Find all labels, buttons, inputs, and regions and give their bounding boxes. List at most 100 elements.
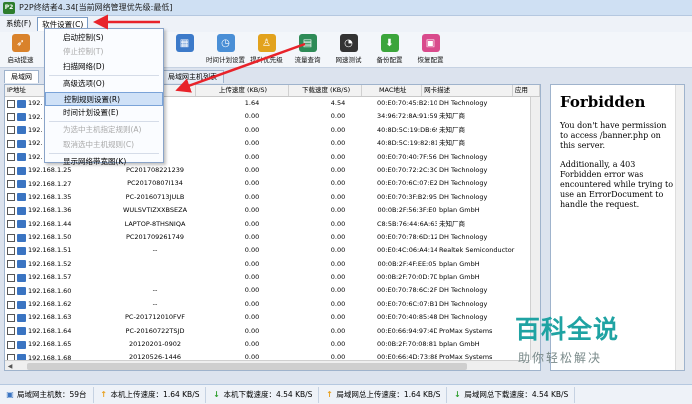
download-cell: 0.00 [330, 139, 346, 148]
toolbar-button-label: 提升优先级 [250, 56, 283, 64]
row-checkbox[interactable] [7, 113, 15, 122]
ip-text: 192.168.1.52 [28, 259, 72, 268]
toolbar-button-10[interactable]: ▣ 恢复配置 [410, 32, 451, 66]
download-cell: 4.54 [330, 99, 346, 107]
toolbar-button-7[interactable]: ▤ 流量查询 [287, 32, 328, 66]
row-checkbox[interactable] [7, 233, 15, 242]
row-checkbox[interactable] [7, 180, 15, 189]
computer-icon [17, 220, 26, 229]
row-checkbox[interactable] [7, 126, 15, 135]
row-checkbox[interactable] [7, 313, 15, 322]
row-checkbox[interactable] [7, 273, 15, 282]
dropdown-item-5[interactable]: 时间计划设置(E) [45, 106, 163, 120]
table-row[interactable]: 192.168.1.57 0.00 0.00 00:0B:2F:70:0D:7D bpl… [5, 271, 540, 284]
web-banner-pane: Forbidden You don't have permission to a… [550, 84, 685, 371]
nic-cell: DH Technology [439, 286, 488, 295]
dropdown-item-8[interactable]: 显示网络带宽图(K) [45, 155, 163, 169]
upload-cell: 0.00 [244, 152, 260, 161]
toolbar-button-4[interactable]: ▦ [164, 32, 205, 66]
table-row[interactable]: 192.168.1.50 PC201709261749 0.00 0.00 00:E0:… [5, 231, 540, 244]
scroll-left-icon[interactable]: ◀ [5, 363, 15, 370]
row-checkbox[interactable] [7, 246, 15, 255]
table-vertical-scrollbar[interactable] [530, 97, 540, 360]
row-checkbox[interactable] [7, 139, 15, 148]
toolbar-button-8[interactable]: ◔ 网速测试 [328, 32, 369, 66]
dropdown-item-4[interactable]: 控制规则设置(R) [45, 91, 163, 106]
upload-cell: 1.64 [244, 99, 260, 107]
row-checkbox[interactable] [7, 220, 15, 229]
mac-cell: 00:E0:66:94:97:4D [377, 326, 437, 335]
table-row[interactable]: 192.168.1.60 -- 0.00 0.00 00:E0:70:78:6C:2F D… [5, 284, 540, 297]
upload-cell: 0.00 [244, 286, 260, 295]
gift-icon: ▣ [421, 34, 440, 52]
table-row[interactable]: 192.168.1.52 0.00 0.00 00:0B:2F:4F:EE:05 bpl… [5, 258, 540, 271]
row-checkbox[interactable] [7, 206, 15, 215]
row-checkbox[interactable] [7, 327, 15, 336]
row-checkbox[interactable] [7, 153, 15, 162]
window-title: P2P终结者4.34[当前网络管理优先级:最低] [19, 3, 173, 12]
tab-lan-host-list[interactable]: 局域网主机列表 [161, 70, 224, 83]
table-row[interactable]: 192.168.1.62 -- 0.00 0.00 00:E0:70:6C:07:B1 D… [5, 298, 540, 311]
toolbar-button-6[interactable]: ♙ 提升优先级 [246, 32, 287, 66]
mac-cell: C8:5B:76:44:6A:63 [377, 219, 437, 228]
toolbar-button-0[interactable]: ➶ 启动提速 [0, 32, 41, 66]
mac-cell: 00:0B:2F:70:08:81 [377, 340, 437, 349]
row-checkbox[interactable] [7, 193, 15, 202]
tab-lan[interactable]: 局域网 [4, 70, 39, 83]
computer-icon [17, 193, 26, 202]
computer-icon [17, 180, 26, 189]
toolbar-button-5[interactable]: ◷ 时间计划设置 [205, 32, 246, 66]
dropdown-item-3[interactable]: 高级选项(O) [45, 77, 163, 91]
col-download[interactable]: 下载速度 (KB/S) [289, 85, 363, 96]
col-app[interactable]: 应用 [513, 85, 540, 96]
status-host-count: ▣ 局域网主机数：59台 [0, 386, 94, 403]
table-row[interactable]: 192.168.1.44 LAPTOP-8THSNIQA 0.00 0.00 C8:5B… [5, 218, 540, 231]
table-row[interactable]: 192.168.1.51 -- 0.00 0.00 00:E0:4C:06:A4:14 R… [5, 244, 540, 257]
hostname-cell: -- [152, 286, 158, 295]
table-horizontal-scrollbar[interactable]: ◀ [5, 360, 530, 370]
table-row[interactable]: 192.168.1.36 WULSVTIZXXBSEZA 0.00 0.00 00:0B… [5, 204, 540, 217]
table-row[interactable]: 192.168.1.63 PC-201712010FVF 0.00 0.00 00:E0… [5, 311, 540, 324]
download-cell: 0.00 [330, 299, 346, 308]
ip-text: 192. [28, 99, 43, 108]
mac-cell: 00:E0:70:78:6C:2F [377, 286, 437, 295]
forbidden-message: You don't have permission to access /ban… [560, 121, 667, 150]
nic-cell: ProMax Systems [439, 326, 493, 335]
row-checkbox[interactable] [7, 99, 15, 108]
download-cell: 0.00 [330, 232, 346, 241]
table-row[interactable]: 192.168.1.65 20120201-0902 0.00 0.00 00:0B:2… [5, 338, 540, 351]
forbidden-heading: Forbidden [560, 93, 646, 111]
mac-cell: 00:E0:4C:06:A4:14 [377, 246, 437, 255]
scroll-thumb[interactable] [27, 362, 467, 370]
nic-cell: Realtek Semiconductor [439, 246, 515, 255]
table-row[interactable]: 192.168.1.27 PC20170807I134 0.00 0.00 00:E0:… [5, 177, 540, 190]
col-upload[interactable]: 上传速度 (KB/S) [196, 85, 289, 96]
row-checkbox[interactable] [7, 287, 15, 296]
row-checkbox[interactable] [7, 340, 15, 349]
nic-cell: DH Technology [439, 152, 488, 161]
dropdown-item-2[interactable]: 扫描网络(D) [45, 60, 163, 74]
upload-cell: 0.00 [244, 139, 260, 148]
dropdown-item-0[interactable]: 启动控制(S) [45, 31, 163, 45]
col-mac[interactable]: MAC地址 [362, 85, 423, 96]
menu-system[interactable]: 系统(F) [2, 17, 35, 31]
ip-text: 192. [28, 125, 43, 134]
table-row[interactable]: 192.168.1.64 PC-20160722TSJD 0.00 0.00 00:E0… [5, 325, 540, 338]
col-nic[interactable]: 网卡描述 [422, 85, 513, 96]
computer-icon [17, 300, 26, 309]
row-checkbox[interactable] [7, 260, 15, 269]
app-logo-icon: P2 [3, 1, 15, 14]
row-checkbox[interactable] [7, 300, 15, 309]
hostname-cell: 20120201-0902 [129, 340, 181, 349]
download-cell: 0.00 [330, 340, 346, 349]
nic-cell: bplan GmbH [439, 273, 480, 282]
toolbar-button-9[interactable]: ⬇ 备份配置 [369, 32, 410, 66]
arrow-down-icon: ⬇ [380, 34, 399, 52]
upload-cell: 0.00 [244, 340, 260, 349]
web-pane-scrollbar[interactable] [675, 85, 684, 370]
row-checkbox[interactable] [7, 166, 15, 175]
ip-cell: 192.168.1.50 [5, 231, 105, 244]
table-row[interactable]: 192.168.1.35 PC-20160713JULB 0.00 0.00 00:E0… [5, 191, 540, 204]
computer-icon [17, 313, 26, 322]
computer-icon [17, 153, 26, 162]
